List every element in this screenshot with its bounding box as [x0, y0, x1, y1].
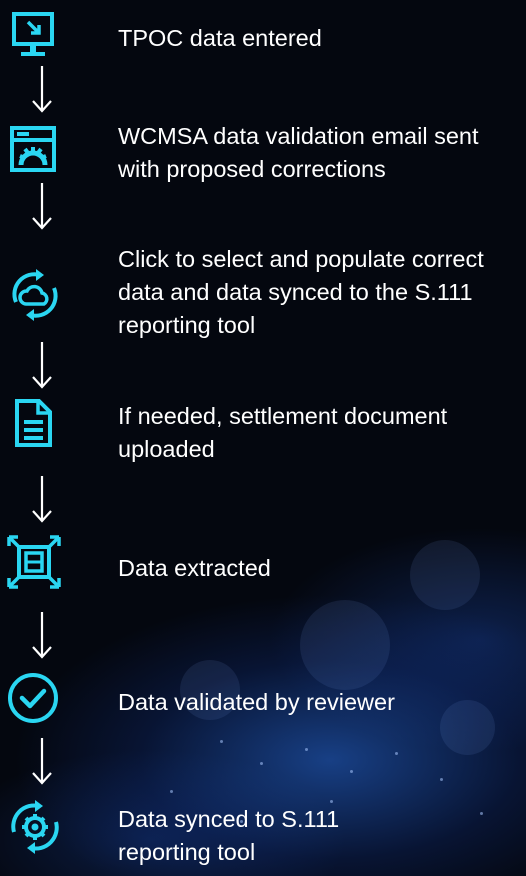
step-5-text: Data extracted: [118, 555, 271, 581]
flow-arrow-6: [30, 736, 54, 788]
step-4-text: If needed, settlement document uploaded: [118, 403, 448, 462]
step-6-text: Data validated by reviewer: [118, 689, 395, 715]
flow-arrow-3: [30, 340, 54, 392]
step-1-text: TPOC data entered: [118, 25, 322, 51]
step-3-text: Click to select and populate correct dat…: [118, 246, 484, 338]
scan-extract-icon: [6, 534, 62, 590]
check-circle-icon: [6, 671, 60, 725]
flow-arrow-5: [30, 610, 54, 662]
step-2-text: WCMSA data validation email sent with pr…: [118, 123, 479, 182]
flow-arrow-2: [30, 181, 54, 233]
flow-arrow-1: [30, 64, 54, 116]
gear-sync-icon: [6, 798, 64, 856]
flow-arrow-4: [30, 474, 54, 526]
cloud-sync-icon: [6, 266, 64, 324]
document-icon: [8, 398, 58, 448]
browser-settings-icon: [8, 124, 58, 174]
monitor-download-icon: [8, 10, 58, 60]
step-7-text: Data synced to S.111 reporting tool: [118, 806, 340, 865]
